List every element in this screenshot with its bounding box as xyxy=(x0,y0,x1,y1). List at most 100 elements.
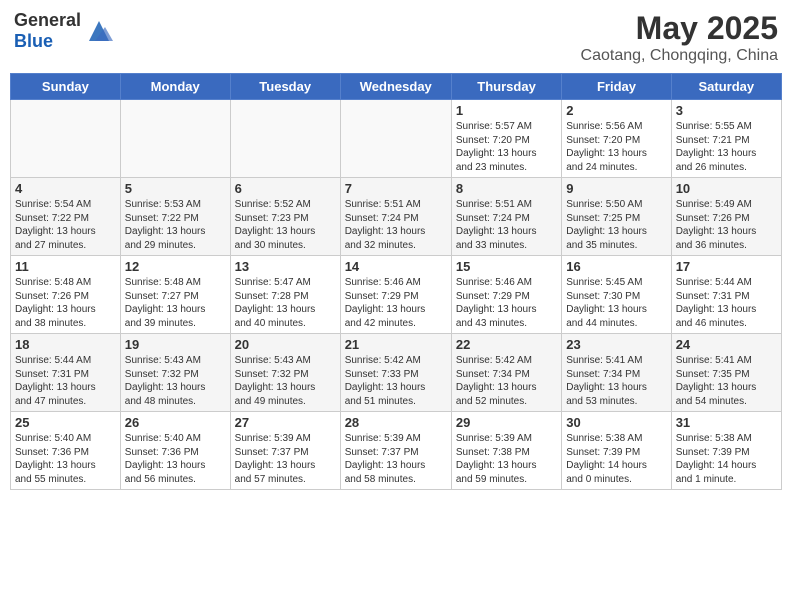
calendar-header-row: SundayMondayTuesdayWednesdayThursdayFrid… xyxy=(11,74,782,100)
day-info: Sunrise: 5:51 AM Sunset: 7:24 PM Dayligh… xyxy=(456,198,557,252)
day-info: Sunrise: 5:45 AM Sunset: 7:30 PM Dayligh… xyxy=(566,276,666,330)
calendar-week-row: 4Sunrise: 5:54 AM Sunset: 7:22 PM Daylig… xyxy=(11,178,782,256)
calendar-cell: 18 Sunrise: 5:44 AM Sunset: 7:31 PM Dayli… xyxy=(11,334,121,412)
title-area: May 2025 Caotang, Chongqing, China xyxy=(581,10,778,65)
day-number: 22 xyxy=(456,337,557,352)
calendar-cell: 28 Sunrise: 5:39 AM Sunset: 7:37 PM Dayli… xyxy=(340,412,451,490)
calendar-cell: 31Sunrise: 5:38 AM Sunset: 7:39 PM Dayli… xyxy=(671,412,781,490)
day-number: 8 xyxy=(456,181,557,196)
day-info: Sunrise: 5:55 AM Sunset: 7:21 PM Dayligh… xyxy=(676,120,777,174)
calendar-cell: 16 Sunrise: 5:45 AM Sunset: 7:30 PM Dayli… xyxy=(562,256,671,334)
calendar-cell: 9Sunrise: 5:50 AM Sunset: 7:25 PM Daylig… xyxy=(562,178,671,256)
day-info: Sunrise: 5:48 AM Sunset: 7:26 PM Dayligh… xyxy=(15,276,116,330)
calendar-cell xyxy=(11,100,121,178)
calendar-cell: 30Sunrise: 5:38 AM Sunset: 7:39 PM Dayli… xyxy=(562,412,671,490)
day-info: Sunrise: 5:46 AM Sunset: 7:29 PM Dayligh… xyxy=(345,276,447,330)
calendar-table: SundayMondayTuesdayWednesdayThursdayFrid… xyxy=(10,73,782,490)
calendar-cell: 26 Sunrise: 5:40 AM Sunset: 7:36 PM Dayli… xyxy=(120,412,230,490)
calendar-cell xyxy=(120,100,230,178)
calendar-cell: 8 Sunrise: 5:51 AM Sunset: 7:24 PM Daylig… xyxy=(451,178,561,256)
day-info: Sunrise: 5:42 AM Sunset: 7:34 PM Dayligh… xyxy=(456,354,557,408)
logo: General Blue xyxy=(14,10,113,52)
day-number: 13 xyxy=(235,259,336,274)
day-info: Sunrise: 5:39 AM Sunset: 7:37 PM Dayligh… xyxy=(345,432,447,486)
day-header-sunday: Sunday xyxy=(11,74,121,100)
day-info: Sunrise: 5:54 AM Sunset: 7:22 PM Dayligh… xyxy=(15,198,116,252)
calendar-week-row: 25Sunrise: 5:40 AM Sunset: 7:36 PM Dayli… xyxy=(11,412,782,490)
day-header-monday: Monday xyxy=(120,74,230,100)
calendar-week-row: 18 Sunrise: 5:44 AM Sunset: 7:31 PM Dayli… xyxy=(11,334,782,412)
day-number: 11 xyxy=(15,259,116,274)
day-number: 17 xyxy=(676,259,777,274)
calendar-cell: 19Sunrise: 5:43 AM Sunset: 7:32 PM Dayli… xyxy=(120,334,230,412)
day-number: 23 xyxy=(566,337,666,352)
calendar-cell: 2 Sunrise: 5:56 AM Sunset: 7:20 PM Daylig… xyxy=(562,100,671,178)
day-number: 21 xyxy=(345,337,447,352)
day-info: Sunrise: 5:41 AM Sunset: 7:34 PM Dayligh… xyxy=(566,354,666,408)
calendar-cell: 5 Sunrise: 5:53 AM Sunset: 7:22 PM Daylig… xyxy=(120,178,230,256)
calendar-cell: 3 Sunrise: 5:55 AM Sunset: 7:21 PM Daylig… xyxy=(671,100,781,178)
calendar-cell: 23 Sunrise: 5:41 AM Sunset: 7:34 PM Dayli… xyxy=(562,334,671,412)
calendar-cell: 6 Sunrise: 5:52 AM Sunset: 7:23 PM Daylig… xyxy=(230,178,340,256)
day-header-friday: Friday xyxy=(562,74,671,100)
calendar-cell: 21 Sunrise: 5:42 AM Sunset: 7:33 PM Dayli… xyxy=(340,334,451,412)
day-info: Sunrise: 5:53 AM Sunset: 7:22 PM Dayligh… xyxy=(125,198,226,252)
logo-general: General xyxy=(14,10,81,30)
day-info: Sunrise: 5:42 AM Sunset: 7:33 PM Dayligh… xyxy=(345,354,447,408)
calendar-cell: 15 Sunrise: 5:46 AM Sunset: 7:29 PM Dayli… xyxy=(451,256,561,334)
day-info: Sunrise: 5:40 AM Sunset: 7:36 PM Dayligh… xyxy=(125,432,226,486)
month-title: May 2025 xyxy=(581,10,778,47)
day-number: 24 xyxy=(676,337,777,352)
day-info: Sunrise: 5:39 AM Sunset: 7:37 PM Dayligh… xyxy=(235,432,336,486)
day-info: Sunrise: 5:49 AM Sunset: 7:26 PM Dayligh… xyxy=(676,198,777,252)
day-info: Sunrise: 5:52 AM Sunset: 7:23 PM Dayligh… xyxy=(235,198,336,252)
day-info: Sunrise: 5:38 AM Sunset: 7:39 PM Dayligh… xyxy=(676,432,777,486)
day-header-tuesday: Tuesday xyxy=(230,74,340,100)
day-info: Sunrise: 5:44 AM Sunset: 7:31 PM Dayligh… xyxy=(15,354,116,408)
day-number: 10 xyxy=(676,181,777,196)
calendar-cell: 7Sunrise: 5:51 AM Sunset: 7:24 PM Daylig… xyxy=(340,178,451,256)
day-number: 5 xyxy=(125,181,226,196)
page-header: General Blue May 2025 Caotang, Chongqing… xyxy=(10,10,782,65)
day-number: 28 xyxy=(345,415,447,430)
day-number: 27 xyxy=(235,415,336,430)
day-info: Sunrise: 5:50 AM Sunset: 7:25 PM Dayligh… xyxy=(566,198,666,252)
day-number: 6 xyxy=(235,181,336,196)
calendar-cell: 4Sunrise: 5:54 AM Sunset: 7:22 PM Daylig… xyxy=(11,178,121,256)
day-info: Sunrise: 5:57 AM Sunset: 7:20 PM Dayligh… xyxy=(456,120,557,174)
calendar-cell: 27 Sunrise: 5:39 AM Sunset: 7:37 PM Dayli… xyxy=(230,412,340,490)
calendar-cell: 17 Sunrise: 5:44 AM Sunset: 7:31 PM Dayli… xyxy=(671,256,781,334)
calendar-cell: 14 Sunrise: 5:46 AM Sunset: 7:29 PM Dayli… xyxy=(340,256,451,334)
day-number: 3 xyxy=(676,103,777,118)
logo-text: General Blue xyxy=(14,10,81,52)
day-number: 14 xyxy=(345,259,447,274)
day-number: 16 xyxy=(566,259,666,274)
calendar-cell: 12 Sunrise: 5:48 AM Sunset: 7:27 PM Dayli… xyxy=(120,256,230,334)
location-subtitle: Caotang, Chongqing, China xyxy=(581,47,778,65)
day-info: Sunrise: 5:43 AM Sunset: 7:32 PM Dayligh… xyxy=(235,354,336,408)
day-number: 2 xyxy=(566,103,666,118)
day-number: 19 xyxy=(125,337,226,352)
day-info: Sunrise: 5:40 AM Sunset: 7:36 PM Dayligh… xyxy=(15,432,116,486)
calendar-cell: 29Sunrise: 5:39 AM Sunset: 7:38 PM Dayli… xyxy=(451,412,561,490)
calendar-cell: 1Sunrise: 5:57 AM Sunset: 7:20 PM Daylig… xyxy=(451,100,561,178)
day-info: Sunrise: 5:46 AM Sunset: 7:29 PM Dayligh… xyxy=(456,276,557,330)
logo-blue: Blue xyxy=(14,31,53,51)
day-number: 12 xyxy=(125,259,226,274)
day-number: 26 xyxy=(125,415,226,430)
calendar-cell: 10 Sunrise: 5:49 AM Sunset: 7:26 PM Dayli… xyxy=(671,178,781,256)
calendar-week-row: 1Sunrise: 5:57 AM Sunset: 7:20 PM Daylig… xyxy=(11,100,782,178)
day-info: Sunrise: 5:39 AM Sunset: 7:38 PM Dayligh… xyxy=(456,432,557,486)
day-number: 18 xyxy=(15,337,116,352)
day-info: Sunrise: 5:56 AM Sunset: 7:20 PM Dayligh… xyxy=(566,120,666,174)
calendar-cell: 25Sunrise: 5:40 AM Sunset: 7:36 PM Dayli… xyxy=(11,412,121,490)
day-info: Sunrise: 5:47 AM Sunset: 7:28 PM Dayligh… xyxy=(235,276,336,330)
day-header-wednesday: Wednesday xyxy=(340,74,451,100)
day-number: 15 xyxy=(456,259,557,274)
calendar-cell xyxy=(340,100,451,178)
calendar-cell: 11 Sunrise: 5:48 AM Sunset: 7:26 PM Dayli… xyxy=(11,256,121,334)
day-info: Sunrise: 5:41 AM Sunset: 7:35 PM Dayligh… xyxy=(676,354,777,408)
day-info: Sunrise: 5:48 AM Sunset: 7:27 PM Dayligh… xyxy=(125,276,226,330)
day-info: Sunrise: 5:44 AM Sunset: 7:31 PM Dayligh… xyxy=(676,276,777,330)
day-number: 30 xyxy=(566,415,666,430)
